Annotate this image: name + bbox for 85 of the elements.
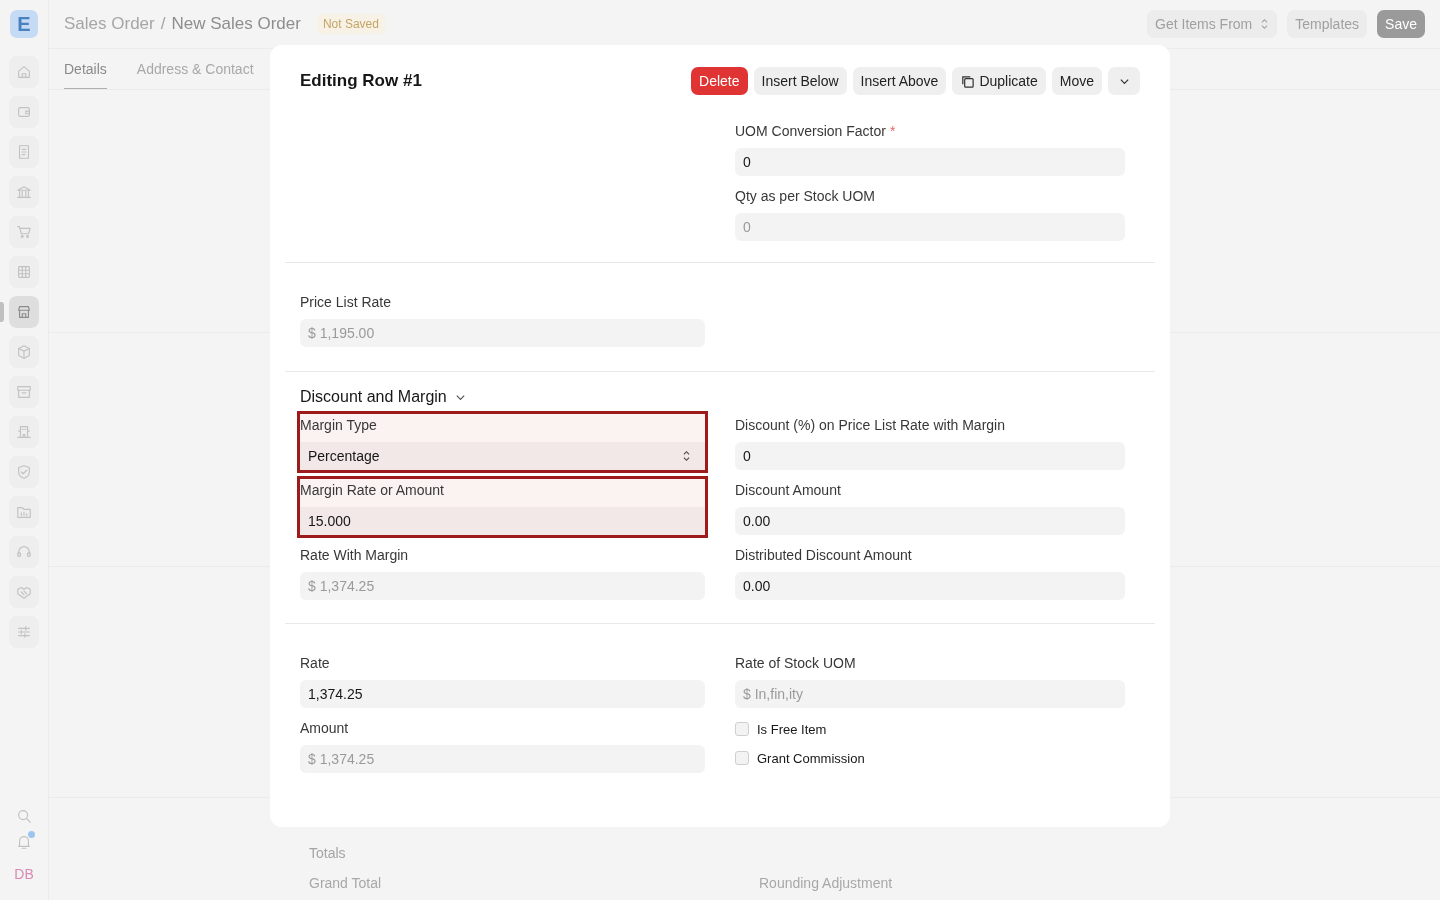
header-button[interactable]: Get Items From <box>1147 10 1278 38</box>
sidebar-item[interactable] <box>9 496 39 528</box>
dialog-button[interactable]: Insert Above <box>852 67 947 95</box>
header-button[interactable]: Templates <box>1287 10 1368 38</box>
checkbox-label: Grant Commission <box>757 750 865 766</box>
field-label: Discount Amount <box>735 481 841 499</box>
breadcrumb-separator: / <box>160 14 166 34</box>
sidebar-item[interactable] <box>9 456 39 488</box>
section-heading[interactable]: Discount and Margin <box>300 388 1140 406</box>
folder-icon <box>16 504 32 520</box>
field-label: Rounding Adjustment <box>759 875 894 891</box>
field-label: Distributed Discount Amount <box>735 546 912 564</box>
dialog-title: Editing Row #1 <box>300 71 422 91</box>
copy-icon <box>960 73 976 89</box>
home-icon <box>16 64 32 80</box>
breadcrumb-link[interactable]: Sales Order <box>64 14 155 34</box>
input-field[interactable]: 15.000 <box>300 507 705 535</box>
sidebar-item[interactable] <box>9 416 39 448</box>
field-label: Discount (%) on Price List Rate with Margin <box>735 416 1005 434</box>
header-button[interactable]: Save <box>1377 10 1425 38</box>
sidebar-item[interactable] <box>9 376 39 408</box>
sidebar-item[interactable] <box>9 136 39 168</box>
input-field[interactable]: 0.00 <box>735 507 1125 535</box>
input-field[interactable]: 0 <box>735 213 1125 241</box>
field-label: Margin Type <box>300 416 377 434</box>
sidebar-item[interactable] <box>9 256 39 288</box>
select-field[interactable]: Percentage <box>300 442 705 470</box>
checkbox[interactable] <box>735 751 749 765</box>
shield-icon <box>16 464 32 480</box>
field-label: Margin Rate or Amount <box>300 481 444 499</box>
archive-icon <box>16 384 32 400</box>
bell-icon[interactable] <box>16 834 32 850</box>
sidebar-item[interactable] <box>9 176 39 208</box>
sidebar-item[interactable] <box>9 336 39 368</box>
input-field[interactable]: $ In,fin,ity <box>735 680 1125 708</box>
required-mark: * <box>889 122 896 140</box>
store-icon <box>16 304 32 320</box>
field-label: Grand Total <box>309 875 383 891</box>
chevron-icon <box>682 450 691 462</box>
input-field[interactable]: $ 1,374.25 <box>300 745 705 773</box>
field-label: Price List Rate <box>300 293 392 311</box>
wallet-icon <box>16 104 32 120</box>
more-button[interactable] <box>1108 67 1140 95</box>
chevron-icon <box>1260 18 1270 30</box>
section-title: Totals <box>309 845 347 861</box>
receipt-icon <box>16 144 32 160</box>
tab[interactable]: Details <box>64 49 107 89</box>
sidebar-item[interactable] <box>9 536 39 568</box>
dialog-button[interactable]: Move <box>1051 67 1102 95</box>
field-label: UOM Conversion Factor <box>735 122 886 140</box>
sidebar-item[interactable] <box>9 296 39 328</box>
sidebar-item[interactable] <box>9 56 39 88</box>
checkbox[interactable] <box>735 722 749 736</box>
input-field[interactable]: $ 1,195.00 <box>300 319 705 347</box>
field-label: Rate of Stock UOM <box>735 654 856 672</box>
status-badge: Not Saved <box>316 14 385 34</box>
field-label: Rate With Margin <box>300 546 409 564</box>
duplicate-button[interactable]: Duplicate <box>952 67 1046 95</box>
user-avatar[interactable]: DB <box>14 866 34 882</box>
cart-icon <box>16 224 32 240</box>
table-icon <box>16 264 32 280</box>
sidebar-item[interactable] <box>9 216 39 248</box>
delete-button[interactable]: Delete <box>691 67 748 95</box>
input-field[interactable]: 1,374.25 <box>300 680 705 708</box>
selection-indicator <box>0 302 4 322</box>
field-label: Amount <box>300 719 349 737</box>
dialog-button[interactable]: Insert Below <box>753 67 847 95</box>
tab[interactable]: Address & Contact <box>136 49 254 89</box>
input-field[interactable]: 0.00 <box>735 572 1125 600</box>
bank-icon <box>16 184 32 200</box>
input-field[interactable]: 0 <box>735 148 1125 176</box>
sidebar-item[interactable] <box>9 576 39 608</box>
search-icon[interactable] <box>16 808 32 824</box>
sidebar-item[interactable] <box>9 96 39 128</box>
breadcrumb-link[interactable]: New Sales Order <box>171 14 301 34</box>
box-icon <box>16 344 32 360</box>
input-field[interactable]: $ 1,374.25 <box>300 572 705 600</box>
sidebar-item[interactable] <box>9 616 39 648</box>
headset-icon <box>16 544 32 560</box>
field-label: Rate <box>300 654 330 672</box>
input-field[interactable]: 0 <box>735 442 1125 470</box>
checkbox-label: Is Free Item <box>757 721 827 737</box>
app-logo[interactable]: E <box>10 10 38 38</box>
field-label: Qty as per Stock UOM <box>735 187 876 205</box>
sliders-icon <box>16 624 32 640</box>
